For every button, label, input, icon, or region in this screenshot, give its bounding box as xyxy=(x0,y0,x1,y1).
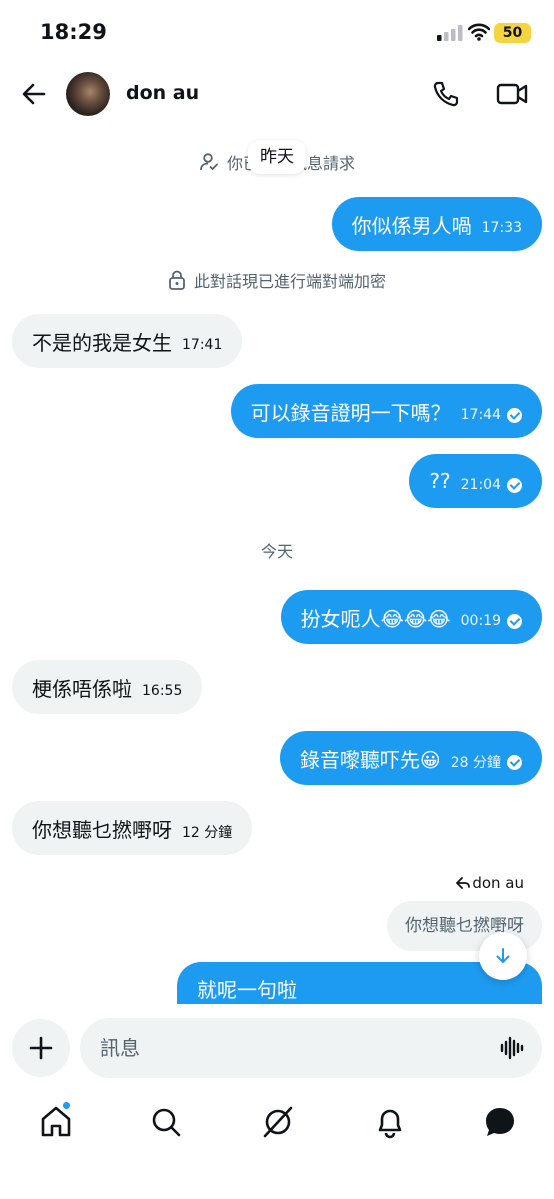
signal-icon xyxy=(437,25,463,41)
message-text: 就呢一句啦 xyxy=(197,978,297,1002)
message-input[interactable] xyxy=(100,1018,480,1078)
arrow-down-icon xyxy=(496,948,510,963)
plus-icon xyxy=(29,1036,53,1060)
read-check-icon xyxy=(507,477,522,493)
wifi-icon xyxy=(468,23,490,41)
message-bubble-incoming[interactable]: 你想聽乜撚嘢呀 12 分鐘 xyxy=(12,801,253,855)
message-bubble-outgoing[interactable]: 錄音嚟聽吓先😀 28 分鐘 xyxy=(279,731,542,785)
status-bar: 18:29 50 xyxy=(0,0,554,64)
message-time: 21:04 xyxy=(460,477,501,493)
message-time: 17:33 xyxy=(481,220,522,236)
waveform-icon[interactable] xyxy=(500,1035,526,1061)
message-text: 你似係男人喎 xyxy=(351,213,472,238)
conversation-header: don au xyxy=(0,64,554,124)
message-composer xyxy=(0,1004,554,1092)
read-check-icon xyxy=(507,407,522,423)
floating-date-pill: 昨天 xyxy=(248,140,306,174)
person-check-icon xyxy=(200,153,218,171)
bell-icon[interactable] xyxy=(372,1104,408,1140)
message-bubble-outgoing[interactable]: ?? 21:04 xyxy=(409,454,542,508)
message-bubble-outgoing[interactable]: 扮女呃人😂😂😂 00:19 xyxy=(280,590,542,644)
message-bubble-incoming[interactable]: 梗係唔係啦 16:55 xyxy=(12,660,203,714)
avatar[interactable] xyxy=(66,72,110,116)
message-text: 錄音嚟聽吓先😀 xyxy=(299,747,441,772)
add-attachment-button[interactable] xyxy=(12,1019,70,1077)
message-time: 28 分鐘 xyxy=(450,755,501,771)
message-bubble-incoming[interactable]: 不是的我是女生 17:41 xyxy=(12,314,243,368)
contact-name[interactable]: don au xyxy=(126,82,199,104)
date-separator: 今天 xyxy=(260,542,293,561)
message-time: 00:19 xyxy=(460,613,501,629)
message-bubble-outgoing[interactable]: 可以錄音證明一下嗎？ 17:44 xyxy=(230,384,542,438)
encryption-notice: 此對話現已進行端對端加密 xyxy=(0,268,554,292)
battery-indicator: 50 xyxy=(494,23,531,43)
encryption-text: 此對話現已進行端對端加密 xyxy=(193,272,386,291)
message-time: 12 分鐘 xyxy=(182,825,233,841)
message-text: ?? xyxy=(429,469,451,493)
message-text: 可以錄音證明一下嗎？ xyxy=(250,400,451,425)
bottom-tab-bar xyxy=(0,1092,554,1199)
reply-to-label: don au xyxy=(456,874,524,892)
reply-to-name: don au xyxy=(472,874,524,892)
read-check-icon xyxy=(507,754,522,770)
message-time: 17:41 xyxy=(182,337,223,353)
message-text: 不是的我是女生 xyxy=(32,330,172,355)
search-icon[interactable] xyxy=(148,1104,184,1140)
phone-icon[interactable] xyxy=(432,80,460,108)
message-text: 梗係唔係啦 xyxy=(32,676,132,701)
read-check-icon xyxy=(507,613,522,629)
message-text: 你想聽乜撚嘢呀 xyxy=(32,817,172,842)
grok-icon[interactable] xyxy=(260,1104,296,1140)
message-time: 17:44 xyxy=(460,407,501,423)
scroll-to-bottom-button[interactable] xyxy=(479,932,527,980)
lock-icon xyxy=(169,270,185,290)
message-time: 16:55 xyxy=(142,683,183,699)
status-time: 18:29 xyxy=(40,20,107,44)
reply-arrow-icon xyxy=(456,877,471,889)
messages-icon[interactable] xyxy=(482,1104,518,1140)
message-text: 扮女呃人😂😂😂 xyxy=(300,606,451,631)
notification-dot xyxy=(62,1101,71,1110)
video-camera-icon[interactable] xyxy=(496,80,528,108)
arrow-left-icon[interactable] xyxy=(20,80,48,108)
message-bubble-outgoing[interactable]: 你似係男人喎 17:33 xyxy=(331,197,542,251)
message-input-container xyxy=(80,1018,542,1078)
